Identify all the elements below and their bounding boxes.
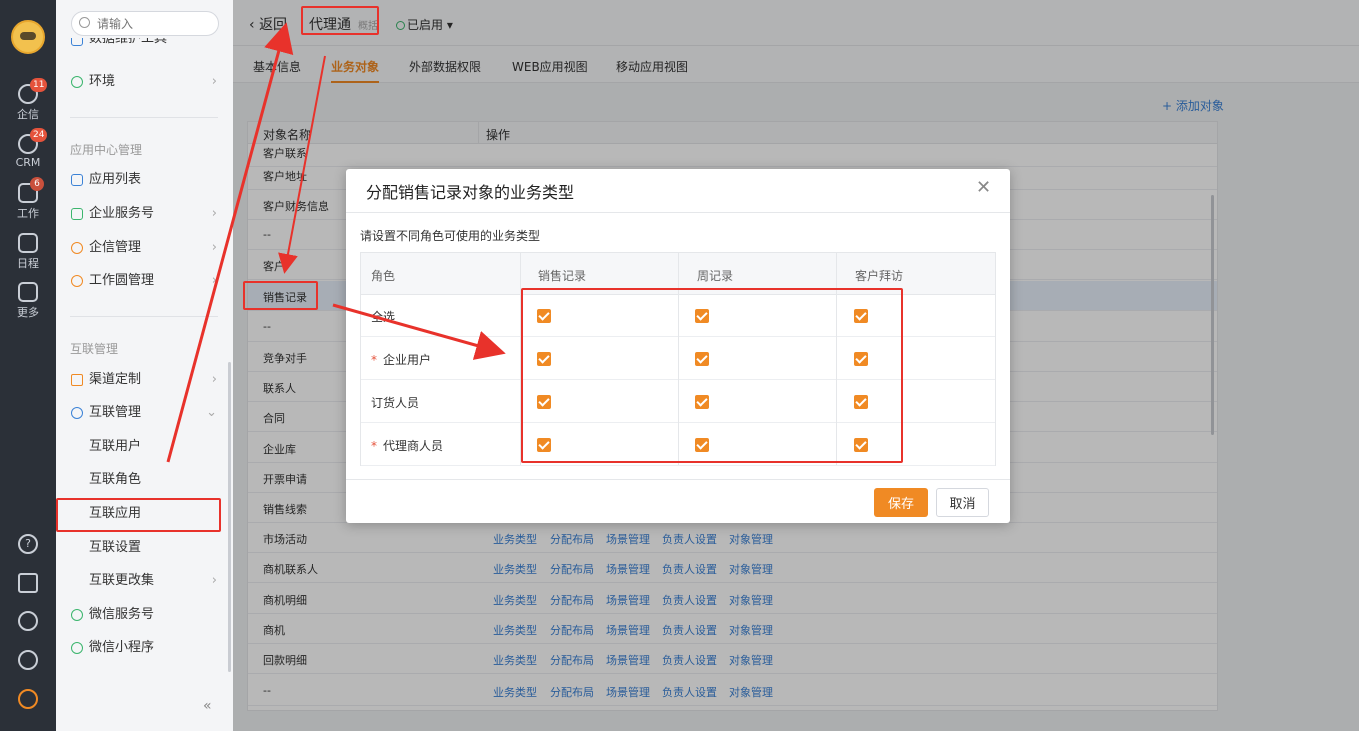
nav-item-data-tools[interactable]: 数据维护工具 <box>56 38 233 52</box>
rail-badge: 11 <box>30 78 48 92</box>
rail-badge: 24 <box>30 128 48 142</box>
chevron-right-icon: › <box>211 372 217 387</box>
compass-icon <box>71 275 83 287</box>
grid-icon <box>18 282 38 302</box>
role-label: 订货人员 <box>371 396 420 410</box>
nav-sub-item[interactable]: 互联设置 <box>56 537 233 559</box>
required-mark: * <box>371 353 377 367</box>
chat-icon <box>71 242 83 254</box>
nav-item-service-account[interactable]: 企业服务号 › <box>56 203 233 225</box>
chevron-right-icon: › <box>211 240 217 255</box>
cancel-button[interactable]: 取消 <box>936 488 989 517</box>
avatar[interactable] <box>11 20 45 54</box>
help-icon[interactable]: ? <box>18 534 38 554</box>
required-mark: * <box>371 439 377 453</box>
grid-icon <box>71 174 83 186</box>
chart-icon <box>71 38 83 46</box>
nav-item-channel[interactable]: 渠道定制 › <box>56 369 233 391</box>
role-label: * 企业用户 <box>371 353 432 367</box>
search-box[interactable] <box>71 11 219 36</box>
nav-item-app-list[interactable]: 应用列表 <box>56 169 233 191</box>
nav-item-qixin-manage[interactable]: 企信管理 › <box>56 237 233 259</box>
role-label: * 代理商人员 <box>371 439 444 453</box>
search-icon <box>79 17 90 28</box>
user-settings-icon[interactable] <box>18 650 38 670</box>
nav-item-workcircle[interactable]: 工作圆管理 › <box>56 270 233 292</box>
section-interconnect: 互联管理 <box>70 342 119 356</box>
rail-item-qixin[interactable]: 企信 11 <box>0 78 56 122</box>
search-input[interactable] <box>97 15 212 33</box>
dialog-title: 分配销售记录对象的业务类型 <box>366 183 575 202</box>
chevron-right-icon: › <box>211 206 217 221</box>
section-app-center: 应用中心管理 <box>70 143 143 157</box>
nav-item-mini-program[interactable]: 微信小程序 <box>56 637 233 659</box>
left-rail: 企信 11 CRM 24 工作 6 日程 更多 ? <box>0 0 56 731</box>
annotation-box-checkboxes <box>521 288 903 463</box>
nav-item-wechat-service[interactable]: 微信服务号 <box>56 604 233 626</box>
divider <box>70 117 218 118</box>
chevron-right-icon: › <box>211 273 217 288</box>
nav-sub-item[interactable]: 互联更改集 › <box>56 570 233 592</box>
rail-item-more[interactable]: 更多 <box>0 282 56 320</box>
document-icon[interactable] <box>18 573 38 593</box>
annotation-box-row <box>243 281 318 310</box>
annotation-box-title <box>301 6 379 35</box>
rail-item-work[interactable]: 工作 6 <box>0 177 56 221</box>
clock-icon[interactable] <box>18 611 38 631</box>
nav-item-interconnect-manage[interactable]: 互联管理 ⌄ <box>56 402 233 424</box>
divider <box>70 316 218 317</box>
building-icon <box>71 374 83 386</box>
rail-item-crm[interactable]: CRM 24 <box>0 128 56 169</box>
collapse-icon[interactable]: « <box>203 698 212 714</box>
rail-badge: 6 <box>30 177 44 191</box>
chevron-right-icon: › <box>211 74 217 89</box>
scrollbar[interactable] <box>228 362 231 672</box>
dialog-description: 请设置不同角色可使用的业务类型 <box>360 229 541 243</box>
env-icon <box>71 76 83 88</box>
annotation-box-nav <box>56 498 221 532</box>
close-icon[interactable]: ✕ <box>976 177 991 198</box>
save-button[interactable]: 保存 <box>874 488 928 517</box>
nav-sub-item[interactable]: 互联角色 <box>56 469 233 491</box>
gear-icon[interactable] <box>18 689 38 709</box>
nav-sub-item[interactable]: 互联用户 <box>56 436 233 458</box>
rail-item-schedule[interactable]: 日程 <box>0 233 56 271</box>
link-icon <box>71 407 83 419</box>
nav-item-env[interactable]: 环境 › <box>56 71 233 93</box>
service-icon <box>71 208 83 220</box>
mini-program-icon <box>71 642 83 654</box>
role-label: 全选 <box>371 310 396 324</box>
wechat-icon <box>71 609 83 621</box>
chevron-down-icon: ⌄ <box>206 405 217 420</box>
nav-sidebar: 数据维护工具 环境 › 应用中心管理 应用列表 企业服务号 › 企信管理 › 工… <box>56 0 233 731</box>
chevron-right-icon: › <box>211 573 217 588</box>
calendar-icon <box>18 233 38 253</box>
